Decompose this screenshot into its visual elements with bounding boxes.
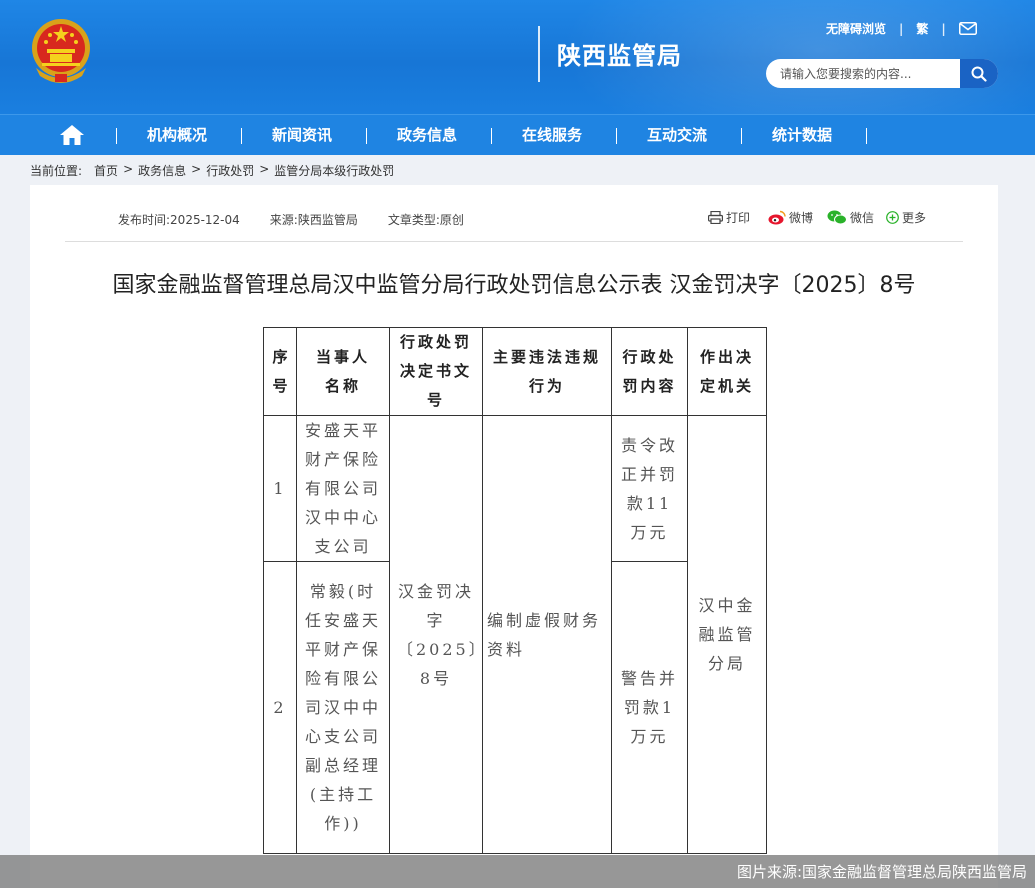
site-title: 陕西监管局 <box>557 42 682 70</box>
table-header-row: 序号 当事人名称 行政处罚决定书文号 主要违法违规行为 行政处罚内容 作出决定机… <box>263 327 767 416</box>
row-no: 1 <box>263 415 297 562</box>
breadcrumb-separator: > <box>123 162 134 176</box>
more-share-button[interactable]: 更多 <box>886 209 926 226</box>
col-header-party: 当事人名称 <box>296 327 390 416</box>
nav-separator <box>241 128 242 144</box>
breadcrumb-item-branch-penalties[interactable]: 监管分局本级行政处罚 <box>274 162 394 179</box>
article-meta: 发布时间:2025-12-04 来源:陕西监管局 文章类型:原创 <box>118 211 494 228</box>
search-button[interactable] <box>960 59 998 88</box>
row-party: 安盛天平财产保险有限公司汉中中心支公司 <box>296 415 390 562</box>
penalty-table: 序号 当事人名称 行政处罚决定书文号 主要违法违规行为 行政处罚内容 作出决定机… <box>263 327 767 854</box>
table-row: 1 安盛天平财产保险有限公司汉中中心支公司 汉金罚决字〔2025〕8号 编制虚假… <box>263 415 767 854</box>
weibo-label: 微博 <box>789 211 814 225</box>
article-card: 发布时间:2025-12-04 来源:陕西监管局 文章类型:原创 打印 微博 微… <box>30 185 998 888</box>
image-caption-bar: 图片来源:国家金融监督管理总局陕西监管局 <box>0 855 1035 888</box>
breadcrumb-separator: > <box>191 162 202 176</box>
col-header-penalty: 行政处罚内容 <box>611 327 688 416</box>
share-bar: 打印 微博 微信 更多 <box>708 209 936 226</box>
row-penalty: 警告并罚款1万元 <box>611 561 688 854</box>
main-nav: 机构概况 新闻资讯 政务信息 在线服务 互动交流 统计数据 <box>0 114 1035 155</box>
printer-icon <box>708 211 723 224</box>
violation: 编制虚假财务资料 <box>482 415 612 854</box>
breadcrumb-separator: > <box>259 162 270 176</box>
breadcrumb-item-penalties[interactable]: 行政处罚 <box>206 162 254 179</box>
print-label: 打印 <box>726 211 751 225</box>
link-separator: | <box>941 21 946 36</box>
search-input[interactable] <box>766 59 960 88</box>
weibo-share-button[interactable]: 微博 <box>768 209 813 226</box>
nav-separator <box>741 128 742 144</box>
weibo-icon <box>768 210 786 225</box>
image-source-caption: 图片来源:国家金融监督管理总局陕西监管局 <box>736 863 1027 881</box>
nav-separator <box>616 128 617 144</box>
wechat-share-button[interactable]: 微信 <box>827 209 874 226</box>
nav-item-statistics[interactable]: 统计数据 <box>772 115 832 156</box>
nav-separator <box>116 128 117 144</box>
nav-item-interaction[interactable]: 互动交流 <box>647 115 707 156</box>
wechat-label: 微信 <box>850 211 875 225</box>
col-header-authority: 作出决定机关 <box>687 327 767 416</box>
search-box <box>766 59 998 88</box>
nav-item-about[interactable]: 机构概况 <box>147 115 207 156</box>
col-header-no: 序号 <box>263 327 297 416</box>
row-party: 常毅(时任安盛天平财产保险有限公司汉中中心支公司副总经理(主持工作)) <box>296 561 390 854</box>
row-penalty: 责令改正并罚款11万元 <box>611 415 688 562</box>
mail-icon[interactable] <box>958 22 977 35</box>
site-header: 陕西监管局 无障碍浏览 | 繁 | <box>0 0 1035 114</box>
decision-number: 汉金罚决字〔2025〕8号 <box>389 415 485 854</box>
print-button[interactable]: 打印 <box>708 209 750 226</box>
more-label: 更多 <box>902 211 927 225</box>
search-icon <box>971 66 987 82</box>
row-no: 2 <box>263 561 297 854</box>
nav-separator <box>366 128 367 144</box>
breadcrumb-item-home[interactable]: 首页 <box>94 162 118 179</box>
home-icon[interactable] <box>59 124 85 146</box>
header-divider <box>538 26 540 82</box>
meta-divider <box>65 241 963 242</box>
publish-time: 发布时间:2025-12-04 <box>118 213 240 227</box>
breadcrumb-label: 当前位置: <box>30 164 83 178</box>
nav-item-government-info[interactable]: 政务信息 <box>397 115 457 156</box>
article-source: 来源:陕西监管局 <box>269 213 358 227</box>
col-header-violation: 主要违法违规行为 <box>482 327 612 416</box>
nav-separator <box>866 128 867 144</box>
nav-item-online-services[interactable]: 在线服务 <box>522 115 582 156</box>
accessibility-link[interactable]: 无障碍浏览 <box>826 20 886 37</box>
national-emblem-icon <box>32 19 90 83</box>
nav-item-news[interactable]: 新闻资讯 <box>272 115 332 156</box>
wechat-icon <box>827 210 848 225</box>
plus-circle-icon <box>886 211 899 224</box>
traditional-chinese-link[interactable]: 繁 <box>916 20 928 37</box>
breadcrumb: 当前位置: 首页 > 政务信息 > 行政处罚 > 监管分局本级行政处罚 <box>30 162 399 179</box>
decision-authority: 汉中金融监管分局 <box>687 415 767 854</box>
link-separator: | <box>899 21 904 36</box>
breadcrumb-item-government-info[interactable]: 政务信息 <box>138 162 186 179</box>
article-title: 国家金融监督管理总局汉中监管分局行政处罚信息公示表 汉金罚决字〔2025〕8号 <box>112 273 916 298</box>
col-header-decision-no: 行政处罚决定书文号 <box>389 327 483 416</box>
top-links: 无障碍浏览 | 繁 | <box>826 20 977 37</box>
article-type: 文章类型:原创 <box>387 213 464 227</box>
nav-separator <box>491 128 492 144</box>
